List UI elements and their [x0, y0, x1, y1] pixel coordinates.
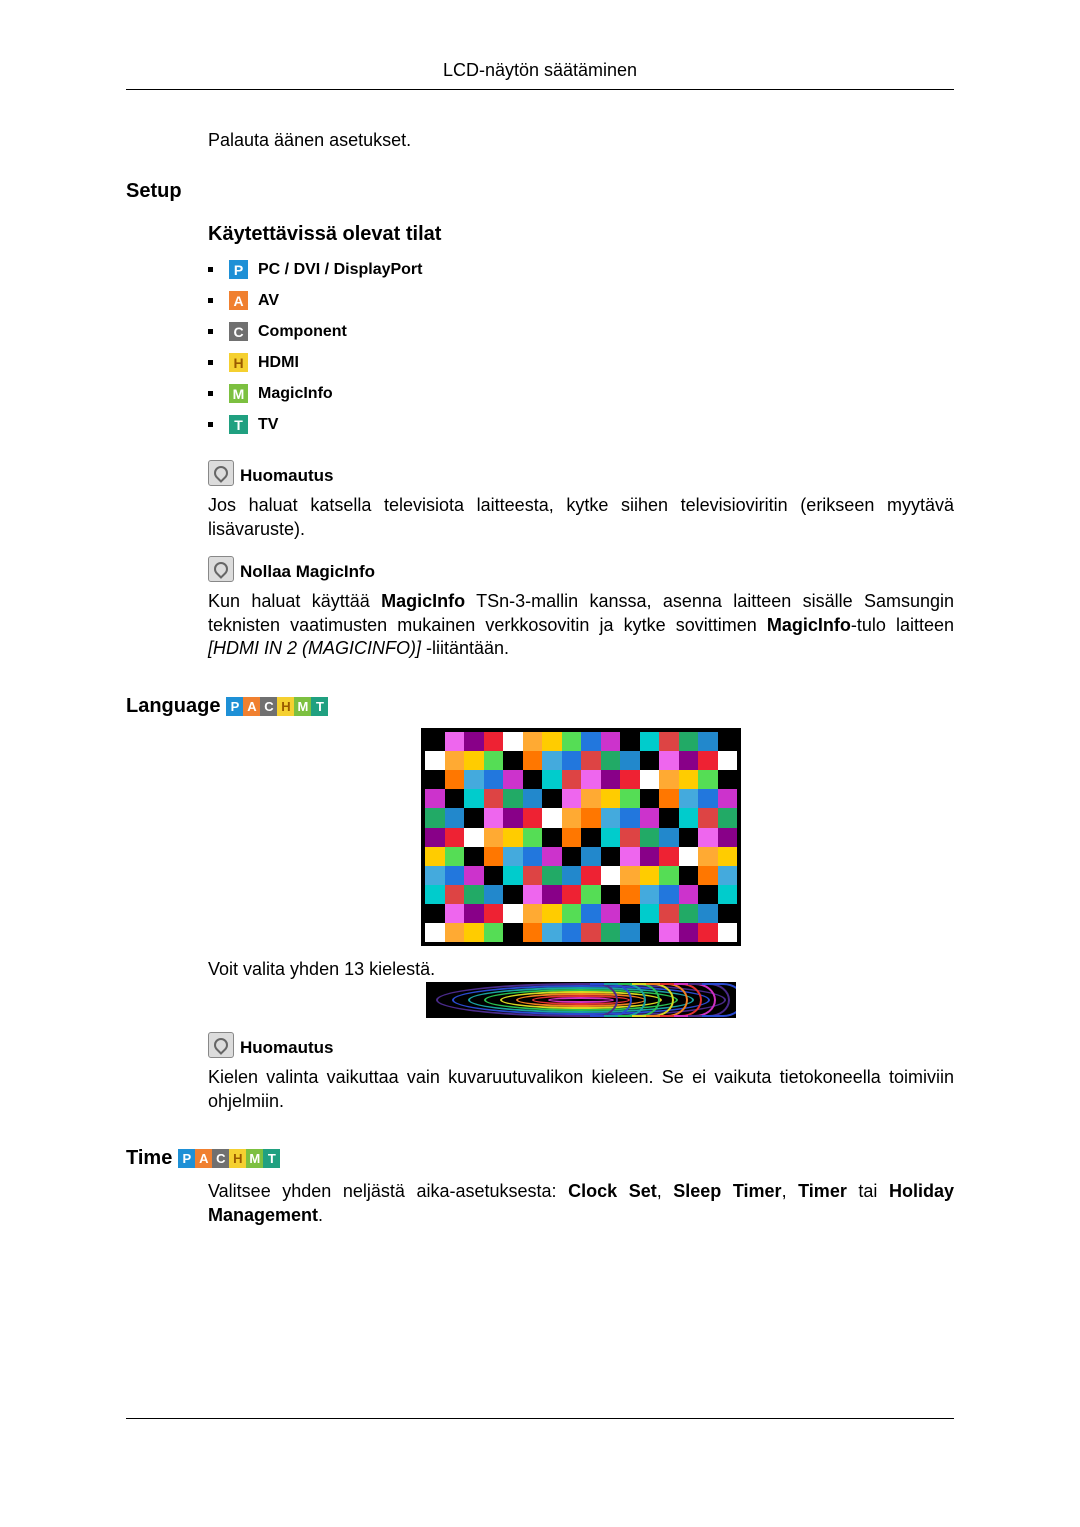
mode-item-tv: T TV	[208, 415, 954, 434]
sound-reset-text: Palauta äänen asetukset.	[208, 128, 954, 152]
mode-item-av: A AV	[208, 291, 954, 310]
available-modes-heading: Käytettävissä olevat tilat	[208, 223, 954, 246]
mode-item-hdmi: H HDMI	[208, 353, 954, 372]
mode-label: PC / DVI / DisplayPort	[258, 261, 422, 279]
badge-c-icon: C	[229, 322, 248, 341]
time-heading-label: Time	[126, 1147, 172, 1170]
note-label: Nollaa MagicInfo	[240, 562, 375, 582]
bullet-icon	[208, 267, 213, 272]
mode-item-magicinfo: M MagicInfo	[208, 384, 954, 403]
time-text: Valitsee yhden neljästä aika-asetuksesta…	[208, 1180, 954, 1228]
mode-item-pc: P PC / DVI / DisplayPort	[208, 260, 954, 279]
mode-label: AV	[258, 292, 279, 310]
note-icon	[208, 460, 234, 486]
bullet-icon	[208, 422, 213, 427]
badge-m-icon: M	[229, 384, 248, 403]
mode-label: Component	[258, 323, 347, 341]
page-header-title: LCD-näytön säätäminen	[126, 60, 954, 81]
footer-rule	[126, 1418, 954, 1419]
mode-item-component: C Component	[208, 322, 954, 341]
note-heading-3: Huomautus	[208, 1032, 954, 1058]
bullet-icon	[208, 329, 213, 334]
note-heading-1: Huomautus	[208, 460, 954, 486]
note-label: Huomautus	[240, 466, 334, 486]
header-rule	[126, 89, 954, 90]
time-heading: Time PACHMT	[126, 1147, 954, 1170]
mode-label: HDMI	[258, 354, 299, 372]
note-icon	[208, 1032, 234, 1058]
bullet-icon	[208, 391, 213, 396]
osd-mosaic-image	[421, 728, 741, 946]
badge-strip-icon: PACHMT	[178, 1149, 280, 1168]
language-heading: Language PACHMT	[126, 695, 954, 718]
badge-t-icon: T	[229, 415, 248, 434]
bullet-icon	[208, 360, 213, 365]
note-icon	[208, 556, 234, 582]
modes-list: P PC / DVI / DisplayPort A AV C Componen…	[208, 260, 954, 434]
setup-heading: Setup	[126, 180, 954, 203]
badge-a-icon: A	[229, 291, 248, 310]
language-heading-label: Language	[126, 695, 220, 718]
mode-label: MagicInfo	[258, 385, 333, 403]
language-body: Voit valita yhden 13 kielestä.	[208, 958, 954, 982]
language-bar-image	[426, 982, 736, 1018]
language-note-text: Kielen valinta vaikuttaa vain kuvaruutuv…	[208, 1066, 954, 1114]
note-text-1: Jos haluat katsella televisiota laittees…	[208, 494, 954, 542]
badge-p-icon: P	[229, 260, 248, 279]
badge-h-icon: H	[229, 353, 248, 372]
note-label: Huomautus	[240, 1038, 334, 1058]
note-heading-2: Nollaa MagicInfo	[208, 556, 954, 582]
mode-label: TV	[258, 416, 278, 434]
bullet-icon	[208, 298, 213, 303]
note-text-2: Kun haluat käyttää MagicInfo TSn-3-malli…	[208, 590, 954, 661]
badge-strip-icon: PACHMT	[226, 697, 328, 716]
